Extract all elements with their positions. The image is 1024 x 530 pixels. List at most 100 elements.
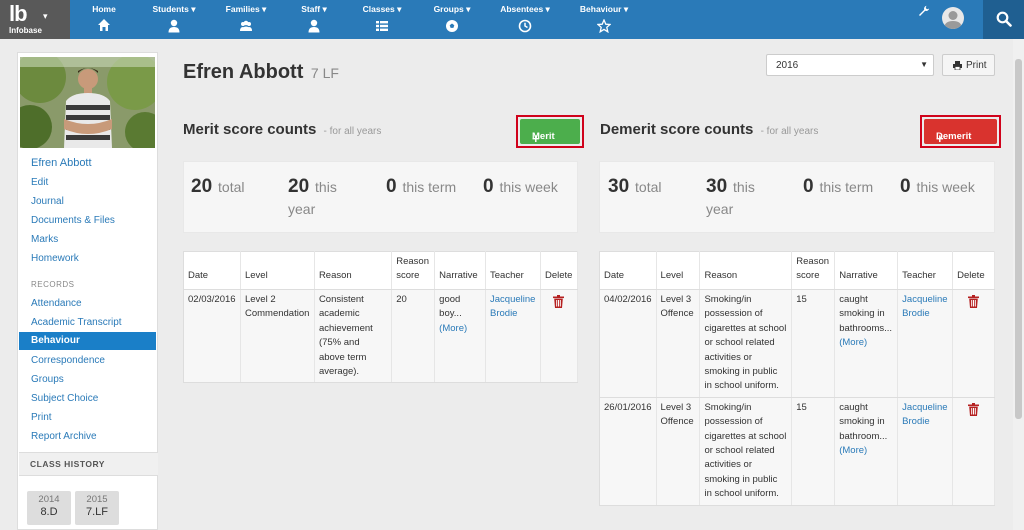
demerit-year-value: 30: [706, 176, 728, 197]
trash-icon[interactable]: [968, 402, 980, 416]
nav-families[interactable]: Families ▾: [217, 0, 275, 39]
logo-caret-icon: ▾: [43, 11, 48, 21]
narrative-text: caught smoking in bathrooms...: [839, 294, 893, 334]
cell-score: 15: [791, 289, 836, 398]
student-name: Efren Abbott: [183, 61, 304, 83]
sidebar-item-report-archive[interactable]: Report Archive: [31, 431, 97, 442]
trash-icon[interactable]: [553, 295, 565, 308]
more-link[interactable]: (More): [839, 445, 867, 456]
cell-narrative: good boy... (More): [434, 289, 486, 384]
demerit-stat-year: 30 this year: [706, 176, 755, 220]
teacher-link[interactable]: Jacqueline Brodie: [490, 294, 535, 319]
add-demerit-button[interactable]: + Demerit: [924, 119, 997, 146]
sidebar-item-correspondence[interactable]: Correspondence: [31, 355, 105, 366]
user-avatar[interactable]: [942, 7, 964, 29]
sidebar-item-academic-transcript[interactable]: Academic Transcript: [31, 317, 122, 328]
class-history-class: 7.LF: [85, 506, 108, 518]
page-title: Efren Abbott 7 LF: [183, 61, 339, 84]
wrench-icon[interactable]: [918, 5, 930, 17]
merit-total-value: 20: [191, 176, 213, 197]
add-merit-label: Merit: [532, 131, 555, 142]
scrollbar-thumb[interactable]: [1015, 59, 1022, 419]
teacher-link[interactable]: Jacqueline Brodie: [902, 294, 947, 319]
class-history-heading-label: CLASS HISTORY: [30, 459, 105, 469]
merit-stats-panel: 20 total 20 this year 0 this term 0 this …: [183, 161, 578, 233]
user-icon: [168, 19, 180, 33]
soccer-ball-icon: [446, 20, 458, 32]
merit-table-header: Date Level Reason Reason score Narrative…: [183, 251, 579, 290]
cell-date: 26/01/2016: [599, 397, 657, 506]
cell-delete: [952, 289, 995, 398]
nav-students[interactable]: Students ▾: [144, 0, 204, 39]
sidebar-item-print[interactable]: Print: [31, 412, 52, 423]
sidebar-item-marks[interactable]: Marks: [31, 234, 58, 245]
sidebar-item-groups[interactable]: Groups: [31, 374, 64, 385]
cell-score: 20: [391, 289, 436, 384]
print-button[interactable]: Print: [942, 54, 995, 76]
nav-home[interactable]: Home: [86, 0, 122, 39]
demerit-stat-term: 0 this term: [803, 176, 873, 198]
search-button[interactable]: [983, 0, 1024, 39]
column-header-date: Date: [183, 251, 241, 290]
search-icon: [996, 11, 1012, 27]
demerit-year-label1: this: [733, 179, 755, 195]
class-history-item[interactable]: 2014 8.D: [27, 491, 71, 525]
nav-groups[interactable]: Groups ▾: [425, 0, 479, 39]
sidebar-student-name[interactable]: Efren Abbott: [31, 157, 92, 169]
nav-staff[interactable]: Staff ▾: [296, 0, 332, 39]
home-icon: [98, 19, 110, 31]
merit-stat-term: 0 this term: [386, 176, 456, 198]
nav-absentees-label: Absentees ▾: [500, 4, 550, 14]
nav-classes[interactable]: Classes ▾: [356, 0, 408, 39]
trash-icon[interactable]: [968, 295, 980, 308]
sidebar-item-attendance[interactable]: Attendance: [31, 298, 82, 309]
nav-groups-label: Groups ▾: [433, 4, 471, 14]
column-header-reason: Reason: [314, 251, 393, 290]
more-link[interactable]: (More): [839, 337, 867, 348]
add-merit-button[interactable]: + Merit: [520, 119, 580, 146]
merit-subtitle: - for all years: [323, 126, 382, 137]
column-header-teacher: Teacher: [897, 251, 954, 290]
sidebar-item-journal[interactable]: Journal: [31, 196, 64, 207]
demerit-stat-total: 30 total: [608, 176, 662, 198]
demerit-subtitle: - for all years: [760, 126, 819, 137]
records-heading: RECORDS: [31, 280, 75, 289]
demerit-total-label: total: [635, 179, 662, 195]
sidebar-item-subject-choice[interactable]: Subject Choice: [31, 393, 98, 404]
sidebar-item-behaviour[interactable]: Behaviour: [19, 332, 156, 350]
merit-button-highlight: + Merit: [516, 115, 584, 148]
merit-year-value: 20: [288, 176, 310, 197]
more-link[interactable]: (More): [439, 323, 467, 334]
sidebar-item-documents[interactable]: Documents & Files: [31, 215, 115, 226]
demerit-title: Demerit score counts: [600, 121, 754, 138]
cell-reason: Smoking/in possession of cigarettes at s…: [699, 289, 793, 398]
table-row: 04/02/2016 Level 3 Offence Smoking/in po…: [599, 289, 995, 398]
column-header-teacher: Teacher: [485, 251, 541, 290]
page-scrollbar[interactable]: [1013, 39, 1024, 530]
nav-absentees[interactable]: Absentees ▾: [492, 0, 558, 39]
class-history-class: 8.D: [40, 506, 58, 518]
demerit-table: Date Level Reason Reason score Narrative…: [599, 251, 995, 506]
sidebar-item-edit[interactable]: Edit: [31, 177, 48, 188]
teacher-link[interactable]: Jacqueline Brodie: [902, 402, 947, 427]
cell-level: Level 3 Offence: [656, 397, 701, 506]
merit-year-label2: year: [288, 201, 316, 217]
cell-teacher: Jacqueline Brodie: [897, 397, 954, 506]
cell-level: Level 2 Commendation: [240, 289, 315, 384]
nav-behaviour[interactable]: Behaviour ▾: [572, 0, 636, 39]
merit-stat-year: 20 this year: [288, 176, 337, 220]
class-history-item[interactable]: 2015 7.LF: [75, 491, 119, 525]
app-logo[interactable]: lb ▾ Infobase: [0, 0, 70, 39]
sidebar-item-homework[interactable]: Homework: [31, 253, 79, 264]
year-select[interactable]: 2016 ▼: [766, 54, 934, 76]
cell-teacher: Jacqueline Brodie: [897, 289, 954, 398]
merit-section-title: Merit score counts - for all years: [183, 121, 381, 138]
chevron-down-icon: ▼: [920, 60, 928, 69]
logo-subtitle: Infobase: [9, 26, 42, 35]
cell-date: 02/03/2016: [183, 289, 241, 384]
column-header-delete: Delete: [540, 251, 579, 290]
merit-year-label1: this: [315, 179, 337, 195]
demerit-term-label: this term: [819, 179, 874, 195]
demerit-week-value: 0: [900, 176, 911, 197]
cell-teacher: Jacqueline Brodie: [485, 289, 541, 384]
